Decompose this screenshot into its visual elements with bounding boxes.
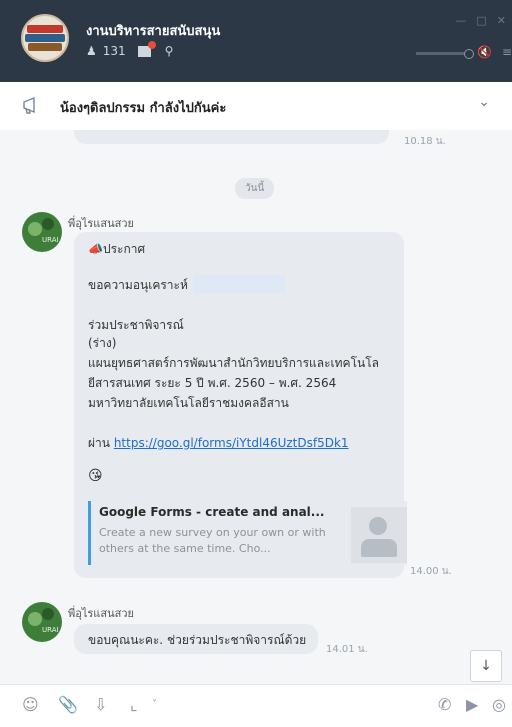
group-avatar[interactable] [21, 14, 69, 62]
text-highlight [193, 275, 285, 293]
emoji-icon[interactable]: ☺ [22, 695, 39, 714]
notes-icon[interactable] [137, 40, 156, 57]
message-text: ขอบคุณนะคะ. ช่วยร่วมประชาพิจารณ์ด้วย [88, 633, 307, 647]
form-link[interactable]: https://goo.gl/forms/iYtdl46UztDsf5Dk1 [114, 436, 349, 450]
message-line: แผนยุทธศาสตร์การพัฒนาสำนักวิทยบริการและเ… [88, 356, 380, 370]
link-preview-card[interactable]: Google Forms - create and anal... Create… [88, 501, 407, 565]
broadcast-icon[interactable]: ◎ [492, 695, 506, 714]
via-label: ผ่าน [88, 436, 110, 450]
arrow-down-icon: ↓ [480, 658, 492, 674]
crop-icon[interactable]: ⌞ [130, 695, 138, 714]
preview-description: Create a new survey on your own or with … [99, 526, 326, 555]
download-icon[interactable]: ⇩ [94, 695, 107, 714]
message-line: ร่วมประชาพิจารณ์ [88, 318, 184, 332]
preview-title: Google Forms - create and anal... [99, 505, 325, 519]
message-bubble[interactable]: ขอบคุณนะคะ. ช่วยร่วมประชาพิจารณ์ด้วย [74, 624, 318, 654]
maximize-icon[interactable]: □ [476, 14, 486, 27]
chat-area[interactable]: 10.18 น. วันนี้ URAI พี่อุไรแสนสวย 📣ประก… [0, 130, 512, 684]
announcement-text: น้องๆดิลปกรรม กำลังไปกันค่ะ [60, 101, 227, 116]
megaphone-emoji-icon: 📣 [88, 242, 103, 256]
announce-line: 📣ประกาศ [88, 242, 146, 256]
link-line: ผ่าน https://goo.gl/forms/iYtdl46UztDsf5… [88, 434, 349, 453]
volume-slider[interactable] [416, 49, 474, 59]
message-bubble[interactable]: 📣ประกาศ ขอความอนุเคราะห์ ร่วมประชาพิจารณ… [74, 232, 407, 578]
group-name[interactable]: งานบริหารสายสนับสนุน [86, 20, 220, 41]
previous-message-time: 10.18 น. [404, 136, 446, 147]
scroll-down-button[interactable]: ↓ [470, 650, 502, 682]
sender-name[interactable]: พี่อุไรแสนสวย [68, 214, 134, 232]
avatar-label: URAI [42, 236, 59, 244]
video-icon[interactable]: ▶ [466, 695, 478, 714]
members-icon[interactable]: ♟ [86, 44, 97, 58]
input-toolbar: ☺ 📎 ⇩ ⌞ ˅ ✆ ▶ ◎ [0, 684, 512, 727]
mute-icon[interactable]: 🔇 [477, 45, 492, 59]
chevron-down-icon[interactable]: ˅ [152, 699, 157, 710]
kiss-emoji-icon: 😘 [88, 468, 103, 484]
chevron-down-icon[interactable]: ⌄ [478, 94, 490, 110]
close-icon[interactable]: ✕ [497, 14, 506, 27]
preview-thumbnail [351, 507, 407, 563]
announcement-bar[interactable]: น้องๆดิลปกรรม กำลังไปกันค่ะ ⌄ [0, 82, 512, 131]
message-time: 14.01 น. [326, 644, 368, 655]
chat-header: งานบริหารสายสนับสนุน ♟ 131 ⚲ — □ ✕ 🔇 ≡ [0, 0, 512, 82]
member-count[interactable]: 131 [103, 44, 126, 58]
sender-avatar[interactable]: URAI [22, 212, 62, 252]
message-line: ยีสารสนเทศ ระยะ 5 ปี พ.ศ. 2560 – พ.ศ. 25… [88, 376, 337, 390]
search-icon[interactable]: ⚲ [165, 44, 174, 58]
avatar-label: URAI [42, 626, 59, 634]
sender-avatar[interactable]: URAI [22, 602, 62, 642]
megaphone-icon [23, 96, 35, 114]
message-line: มหาวิทยาลัยเทคโนโลยีราชมงคลอีสาน [88, 396, 289, 410]
attachment-icon[interactable]: 📎 [58, 695, 78, 714]
minimize-icon[interactable]: — [455, 14, 466, 27]
message-line: ขอความอนุเคราะห์ [88, 278, 188, 292]
message-time: 14.00 น. [410, 566, 452, 577]
window-controls: — □ ✕ [455, 14, 506, 27]
notification-badge [147, 40, 156, 49]
previous-message-bubble[interactable] [74, 130, 389, 144]
group-meta: ♟ 131 ⚲ [86, 40, 174, 58]
volume-knob[interactable] [464, 49, 474, 59]
phone-icon[interactable]: ✆ [438, 695, 451, 714]
menu-icon[interactable]: ≡ [502, 45, 512, 59]
sender-name[interactable]: พี่อุไรแสนสวย [68, 604, 134, 622]
date-divider: วันนี้ [235, 178, 275, 199]
message-line: (ร่าง) [88, 336, 117, 350]
